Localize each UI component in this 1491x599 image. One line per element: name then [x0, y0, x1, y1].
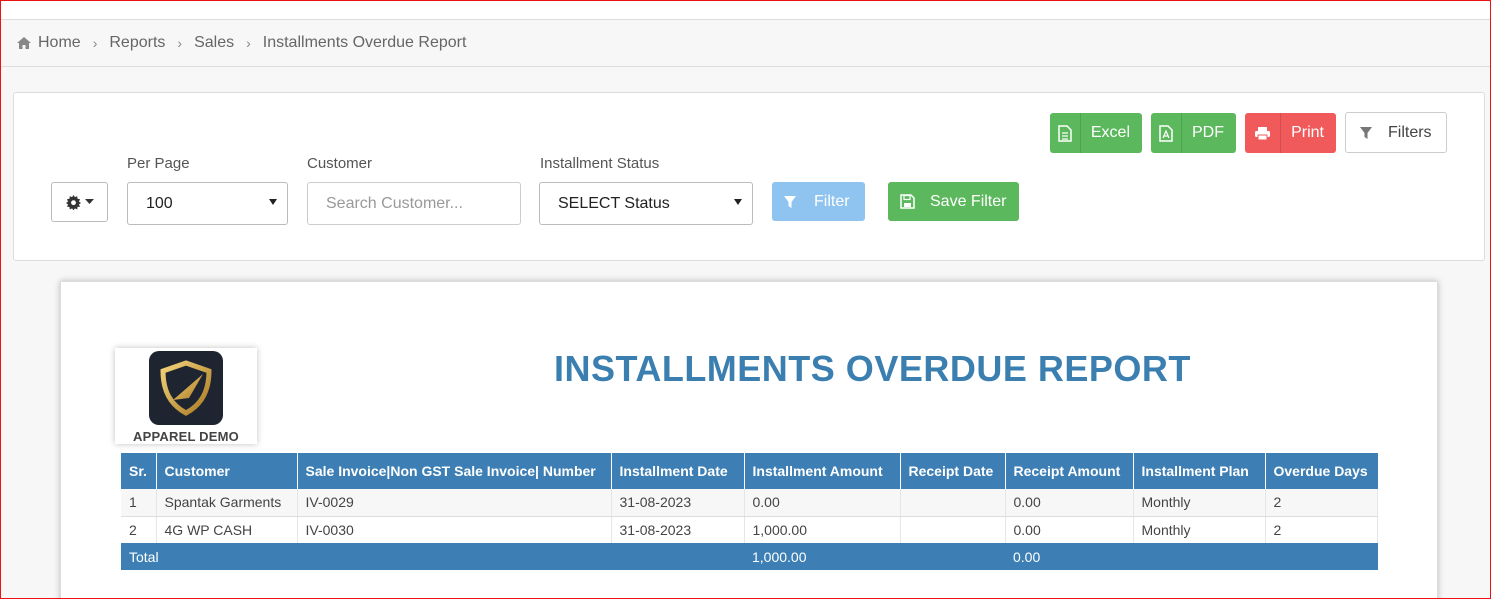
cell-receipt-date	[900, 516, 1006, 543]
filters-button[interactable]: Filters	[1345, 112, 1447, 153]
column-header: Installment Amount	[744, 453, 901, 489]
column-header: Overdue Days	[1265, 453, 1378, 489]
cell-installment-date: 31-08-2023	[611, 516, 745, 543]
company-name: APPAREL DEMO	[133, 429, 239, 444]
caret-down-icon	[734, 199, 742, 205]
caret-down-icon	[269, 199, 277, 205]
home-icon	[17, 37, 31, 49]
cell-installment-amount: 0.00	[744, 489, 901, 517]
shield-logo-icon	[149, 351, 223, 425]
excel-button[interactable]: Excel	[1050, 113, 1142, 153]
cell-installment-amount: 1,000.00	[744, 516, 901, 543]
column-header: Sr.	[121, 453, 157, 489]
column-header: Receipt Date	[900, 453, 1006, 489]
per-page-label: Per Page	[127, 155, 190, 172]
breadcrumb-reports[interactable]: Reports	[109, 34, 165, 52]
total-receipt-date	[900, 543, 1005, 570]
total-installment-amount: 1,000.00	[744, 543, 900, 570]
filter-icon	[772, 182, 808, 221]
customer-search-input[interactable]	[307, 182, 521, 225]
total-row: Total 1,000.00 0.00	[121, 543, 1378, 570]
customer-label: Customer	[307, 155, 373, 172]
installment-status-select[interactable]: SELECT Status	[539, 182, 753, 225]
cell-installment-date: 31-08-2023	[611, 489, 745, 517]
print-button[interactable]: Print	[1245, 113, 1336, 153]
breadcrumb-current: Installments Overdue Report	[262, 34, 467, 51]
per-page-value: 100	[146, 194, 173, 212]
pdf-file-icon	[1151, 113, 1182, 153]
breadcrumb-sales[interactable]: Sales	[194, 34, 234, 52]
column-header: Installment Plan	[1133, 453, 1266, 489]
table-header-row: Sr. Customer Sale Invoice|Non GST Sale I…	[121, 453, 1378, 489]
excel-file-icon	[1050, 113, 1081, 153]
cell-invoice: IV-0029	[297, 489, 612, 517]
top-strip	[1, 1, 1490, 20]
cell-receipt-amount: 0.00	[1005, 516, 1134, 543]
save-icon	[888, 182, 926, 221]
cell-installment-plan: Monthly	[1133, 489, 1266, 517]
pdf-button[interactable]: PDF	[1151, 113, 1236, 153]
cell-installment-plan: Monthly	[1133, 516, 1266, 543]
table-row: 1 Spantak Garments IV-0029 31-08-2023 0.…	[121, 489, 1378, 517]
installment-status-label: Installment Status	[540, 155, 660, 172]
total-label: Total	[121, 543, 744, 570]
company-logo: APPAREL DEMO	[115, 348, 257, 444]
filters-label: Filters	[1388, 123, 1432, 141]
report-title: INSTALLMENTS OVERDUE REPORT	[554, 348, 1191, 389]
chevron-right-icon: ›	[177, 35, 183, 51]
column-header: Installment Date	[611, 453, 745, 489]
breadcrumb-home[interactable]: Home	[38, 34, 81, 52]
cell-invoice: IV-0030	[297, 516, 612, 543]
column-header: Receipt Amount	[1005, 453, 1134, 489]
column-header: Customer	[156, 453, 298, 489]
save-filter-button[interactable]: Save Filter	[888, 182, 1019, 221]
cell-overdue-days: 2	[1265, 516, 1378, 543]
chevron-right-icon: ›	[246, 35, 251, 51]
filter-label: Filter	[814, 192, 850, 210]
report-table: Sr. Customer Sale Invoice|Non GST Sale I…	[121, 453, 1378, 570]
print-label: Print	[1291, 124, 1324, 141]
cell-overdue-days: 2	[1265, 489, 1378, 517]
cell-sr: 1	[121, 489, 157, 517]
filter-button[interactable]: Filter	[772, 182, 865, 221]
total-filler	[1133, 543, 1378, 570]
gear-icon	[65, 194, 81, 210]
table-row: 2 4G WP CASH IV-0030 31-08-2023 1,000.00…	[121, 516, 1378, 543]
print-icon	[1245, 113, 1282, 153]
cell-sr: 2	[121, 516, 157, 543]
filter-icon	[1346, 113, 1386, 153]
excel-label: Excel	[1090, 124, 1130, 141]
cell-customer: 4G WP CASH	[156, 516, 298, 543]
cell-receipt-date	[900, 489, 1006, 517]
divider	[1, 66, 1490, 67]
chevron-right-icon: ›	[92, 35, 98, 51]
cell-receipt-amount: 0.00	[1005, 489, 1134, 517]
caret-down-icon	[84, 199, 94, 204]
breadcrumb: Home › Reports › Sales › Installments Ov…	[16, 32, 466, 54]
settings-dropdown-button[interactable]	[51, 182, 108, 222]
pdf-label: PDF	[1192, 124, 1224, 141]
total-receipt-amount: 0.00	[1005, 543, 1133, 570]
column-header: Sale Invoice|Non GST Sale Invoice| Numbe…	[297, 453, 612, 489]
installment-status-value: SELECT Status	[558, 194, 670, 212]
per-page-select[interactable]: 100	[127, 182, 288, 225]
cell-customer: Spantak Garments	[156, 489, 298, 517]
save-filter-label: Save Filter	[930, 192, 1007, 210]
